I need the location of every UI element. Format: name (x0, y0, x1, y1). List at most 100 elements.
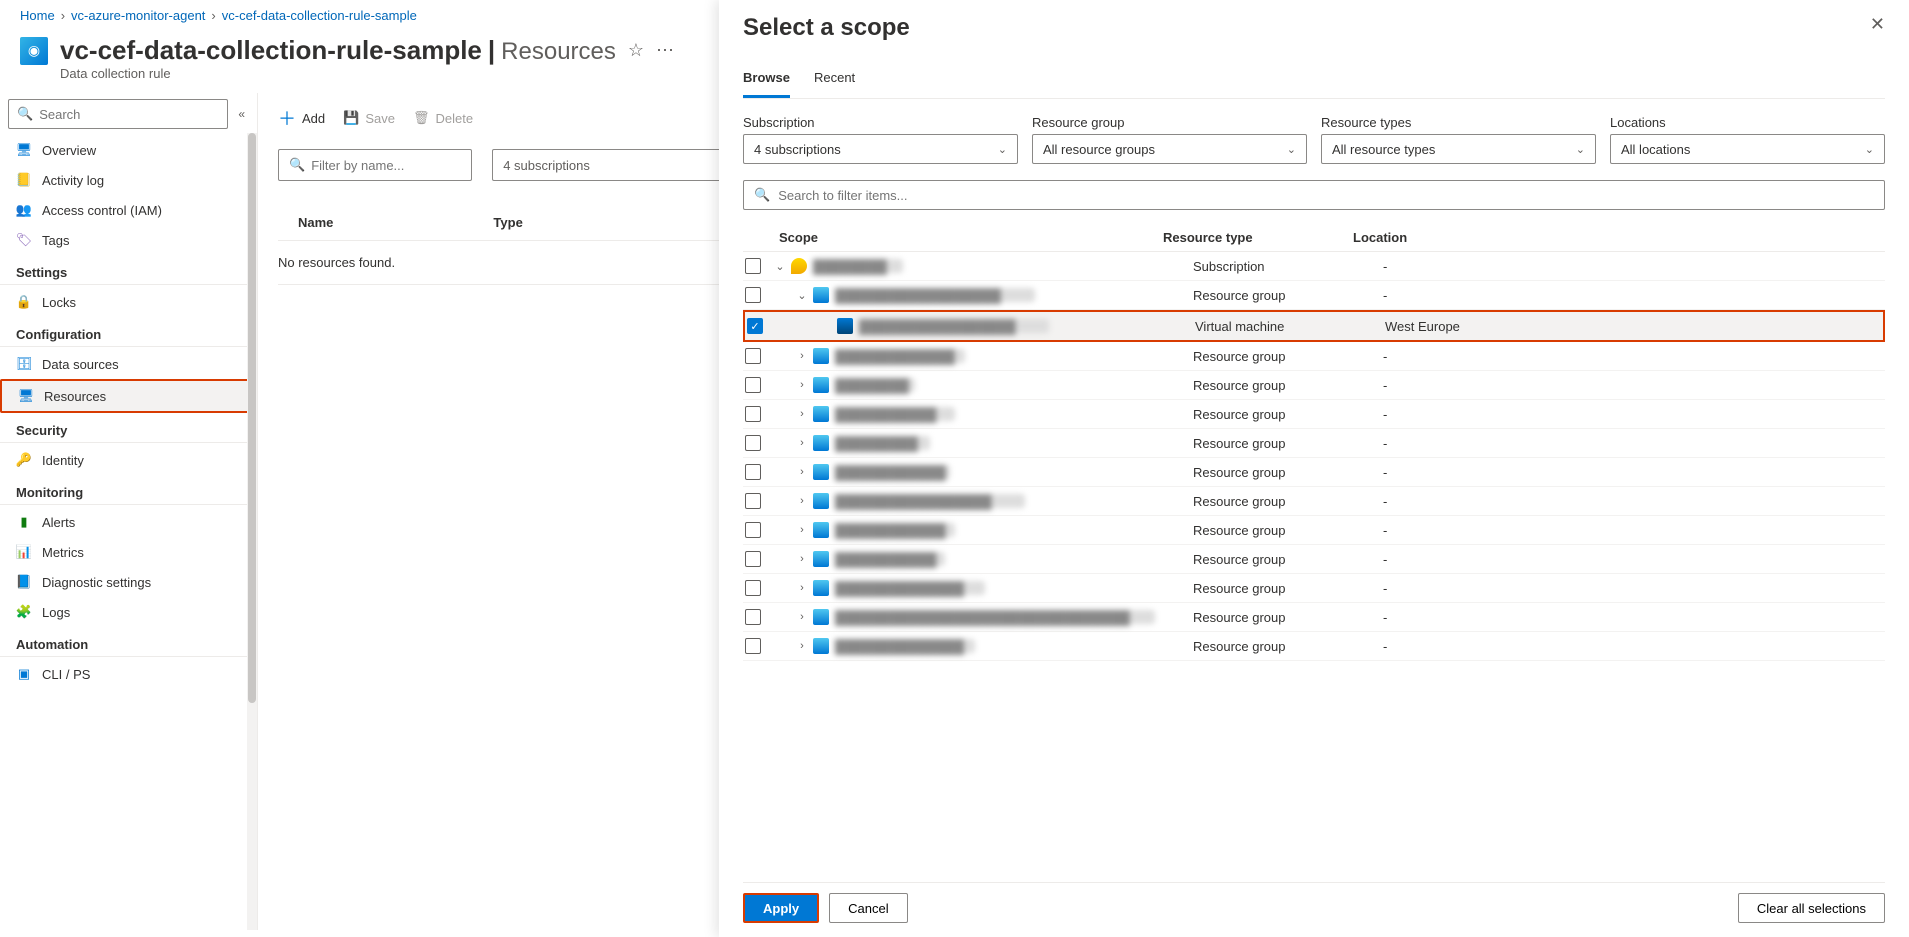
row-checkbox[interactable] (745, 287, 761, 303)
filter-dropdown[interactable]: 4 subscriptions⌄ (743, 134, 1018, 164)
sidebar-item-activity-log[interactable]: 📒Activity log (0, 165, 257, 195)
expander-icon[interactable]: › (795, 582, 809, 594)
row-checkbox[interactable] (745, 406, 761, 422)
name-filter[interactable]: 🔍 (278, 149, 472, 181)
row-checkbox[interactable] (745, 464, 761, 480)
sidebar-item-cli-ps[interactable]: ▣CLI / PS (0, 659, 257, 689)
loc-cell: - (1383, 378, 1885, 393)
filter-dropdown[interactable]: All resource types⌄ (1321, 134, 1596, 164)
row-checkbox[interactable] (745, 435, 761, 451)
filter-dropdown[interactable]: All resource groups⌄ (1032, 134, 1307, 164)
type-cell: Resource group (1193, 288, 1383, 303)
scope-name: █████████████████ (835, 494, 1025, 508)
close-panel-icon[interactable]: ✕ (1870, 14, 1885, 35)
sidebar-item-label: Resources (44, 389, 106, 404)
scope-row[interactable]: ›████████████Resource group- (743, 516, 1885, 545)
tab-browse[interactable]: Browse (743, 70, 790, 98)
clear-selections-button[interactable]: Clear all selections (1738, 893, 1885, 923)
expander-icon[interactable]: › (795, 524, 809, 536)
breadcrumb-sep: › (61, 8, 65, 23)
favorite-icon[interactable]: ☆ (628, 40, 644, 61)
rg-icon (813, 522, 829, 538)
expander-icon[interactable]: › (795, 611, 809, 623)
scope-row[interactable]: ›████████████Resource group- (743, 458, 1885, 487)
breadcrumb-item[interactable]: vc-azure-monitor-agent (71, 8, 205, 23)
filter-group: LocationsAll locations⌄ (1610, 115, 1885, 164)
scope-row[interactable]: ›███████████Resource group- (743, 545, 1885, 574)
sidebar-search-input[interactable] (39, 107, 219, 122)
loc-cell: - (1383, 494, 1885, 509)
scope-row[interactable]: ›█████████████Resource group- (743, 342, 1885, 371)
expander-icon[interactable]: ⌄ (773, 260, 787, 273)
tab-recent[interactable]: Recent (814, 70, 855, 98)
more-icon[interactable]: ⋯ (656, 40, 674, 61)
type-cell: Virtual machine (1195, 319, 1385, 334)
name-filter-input[interactable] (311, 158, 461, 173)
scope-row[interactable]: ✓█████████████████Virtual machineWest Eu… (743, 310, 1885, 342)
scope-search-input[interactable] (778, 188, 1874, 203)
row-checkbox[interactable] (745, 258, 761, 274)
breadcrumb-item[interactable]: vc-cef-data-collection-rule-sample (222, 8, 417, 23)
scope-row[interactable]: ⌄██████████████████Resource group- (743, 281, 1885, 310)
scope-row[interactable]: ›█████████Resource group- (743, 429, 1885, 458)
scope-row[interactable]: ›██████████████Resource group- (743, 574, 1885, 603)
breadcrumb-item[interactable]: Home (20, 8, 55, 23)
expander-icon[interactable]: › (795, 350, 809, 362)
sidebar-item-label: Identity (42, 453, 84, 468)
row-checkbox[interactable] (745, 348, 761, 364)
sidebar-item-tags[interactable]: 🏷Tags (0, 225, 257, 255)
scope-row[interactable]: ⌄████████Subscription- (743, 252, 1885, 281)
scope-name: ████████████ (835, 465, 950, 479)
sidebar-item-metrics[interactable]: 📊Metrics (0, 537, 257, 567)
expander-icon[interactable]: ⌄ (795, 289, 809, 302)
row-checkbox[interactable] (745, 522, 761, 538)
scope-cell: › ████████████ (773, 464, 1193, 480)
collapse-sidebar-icon[interactable]: « (234, 103, 249, 125)
sidebar-item-diagnostic[interactable]: 📘Diagnostic settings (0, 567, 257, 597)
sidebar-item-resources[interactable]: 🖥 Resources (0, 379, 257, 413)
sidebar-item-identity[interactable]: 🔑Identity (0, 445, 257, 475)
sidebar-item-alerts[interactable]: ▮ Alerts (0, 507, 257, 537)
scope-row[interactable]: ›████████Resource group- (743, 371, 1885, 400)
expander-icon[interactable]: › (795, 379, 809, 391)
expander-icon[interactable]: › (795, 408, 809, 420)
row-checkbox[interactable] (745, 377, 761, 393)
expander-icon[interactable]: › (795, 466, 809, 478)
row-checkbox[interactable]: ✓ (747, 318, 763, 334)
apply-button[interactable]: Apply (743, 893, 819, 923)
sidebar-item-locks[interactable]: 🔒Locks (0, 287, 257, 317)
chevron-down-icon: ⌄ (1865, 143, 1874, 156)
sidebar-item-overview[interactable]: 🖥Overview (0, 135, 257, 165)
rg-icon (813, 551, 829, 567)
breadcrumb-sep: › (211, 8, 215, 23)
expander-icon[interactable]: › (795, 437, 809, 449)
row-checkbox[interactable] (745, 609, 761, 625)
expander-icon[interactable]: › (795, 553, 809, 565)
sidebar-item-label: Alerts (42, 515, 75, 530)
scope-row[interactable]: ›████████████████████████████████Resourc… (743, 603, 1885, 632)
page-title: vc-cef-data-collection-rule-sample | Res… (60, 35, 616, 66)
scope-search[interactable]: 🔍 (743, 180, 1885, 210)
cancel-button[interactable]: Cancel (829, 893, 907, 923)
resources-icon: 🖥 (18, 388, 34, 404)
alerts-icon: ▮ (16, 514, 32, 530)
expander-icon[interactable]: › (795, 640, 809, 652)
scope-row[interactable]: ›███████████Resource group- (743, 400, 1885, 429)
chevron-down-icon: ⌄ (998, 143, 1007, 156)
sidebar-item-logs[interactable]: 🧩Logs (0, 597, 257, 627)
expander-icon[interactable]: › (795, 495, 809, 507)
row-checkbox[interactable] (745, 580, 761, 596)
col-resource-type: Resource type (1163, 230, 1353, 245)
sidebar-search[interactable]: 🔍 (8, 99, 228, 129)
add-button[interactable]: ＋Add (278, 105, 325, 131)
logs-icon: 🧩 (16, 604, 32, 620)
sidebar-scrollbar[interactable] (247, 133, 257, 930)
scope-row[interactable]: ›██████████████Resource group- (743, 632, 1885, 661)
row-checkbox[interactable] (745, 551, 761, 567)
row-checkbox[interactable] (745, 638, 761, 654)
sidebar-item-access-control[interactable]: 👥Access control (IAM) (0, 195, 257, 225)
filter-dropdown[interactable]: All locations⌄ (1610, 134, 1885, 164)
scope-row[interactable]: ›█████████████████Resource group- (743, 487, 1885, 516)
sidebar-item-data-sources[interactable]: 🗄Data sources (0, 349, 257, 379)
row-checkbox[interactable] (745, 493, 761, 509)
